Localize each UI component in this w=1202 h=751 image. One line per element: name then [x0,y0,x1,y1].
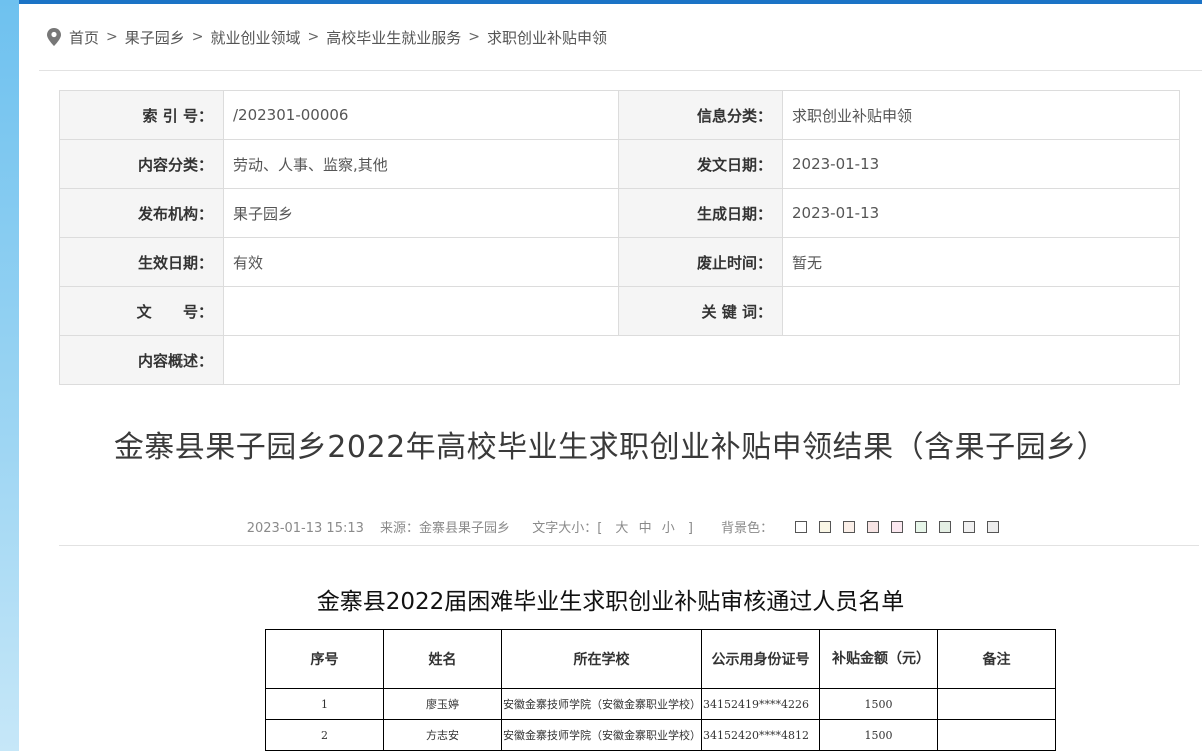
table-row: 1 廖玉婷 安徽金寨技师学院（安徽金寨职业学校） 34152419****422… [265,688,1056,720]
effective-value: 有效 [223,237,619,287]
page-content: 首页 > 果子园乡 > 就业创业领域 > 高校毕业生就业服务 > 求职创业补贴申… [19,4,1202,751]
breadcrumb-field-link[interactable]: 就业创业领域 [211,27,301,48]
abolish-value: 暂无 [782,237,1180,287]
content-class-label: 内容分类： [59,139,224,189]
summary-label: 内容概述： [59,335,224,385]
metadata-row: 文 号： 关 键 词： [59,286,1180,336]
background-swatch[interactable] [939,521,952,533]
row-amount: 1500 [819,719,938,751]
header-note: 备注 [937,629,1056,689]
header-no: 序号 [265,629,384,689]
background-swatch[interactable] [963,521,976,533]
left-decorative-strip [0,0,19,751]
list-title: 金寨县2022届困难毕业生求职创业补贴审核通过人员名单 [316,589,905,615]
docno-value [223,286,619,336]
summary-value [223,335,1180,385]
article-info-bar: 2023-01-13 15:13 来源：金寨县果子园乡 文字大小：[ 大 中 小… [59,517,1199,546]
keyword-label: 关 键 词： [618,286,783,336]
background-swatch[interactable] [819,521,832,533]
row-school: 安徽金寨技师学院（安徽金寨职业学校） [501,719,702,751]
font-size-label: 文字大小：[ [532,521,603,536]
font-large-link[interactable]: 大 [615,521,628,536]
docno-label: 文 号： [59,286,224,336]
metadata-row: 生效日期： 有效 废止时间： 暂无 [59,237,1180,287]
gen-date-label: 生成日期： [618,188,783,238]
org-label: 发布机构： [59,188,224,238]
keyword-value [782,286,1180,336]
metadata-row: 内容概述： [59,335,1180,385]
header-school: 所在学校 [501,629,702,689]
abolish-label: 废止时间： [618,237,783,287]
row-name: 方志安 [383,719,502,751]
index-value: /202301-00006 [223,90,619,140]
breadcrumb: 首页 > 果子园乡 > 就业创业领域 > 高校毕业生就业服务 > 求职创业补贴申… [39,4,1202,71]
publish-datetime: 2023-01-13 15:13 [246,521,364,536]
breadcrumb-home-link[interactable]: 首页 [69,27,99,48]
table-row: 2 方志安 安徽金寨技师学院（安徽金寨职业学校） 34152420****481… [265,719,1056,751]
content-class-value: 劳动、人事、监察,其他 [223,139,619,189]
row-no: 1 [265,688,384,720]
metadata-row: 发布机构： 果子园乡 生成日期： 2023-01-13 [59,188,1180,238]
recipients-table: 序号 姓名 所在学校 公示用身份证号 补贴金额（元） 备注 1 廖玉婷 安徽金寨… [265,629,1056,751]
font-size-close: ] [687,521,693,536]
issue-date-value: 2023-01-13 [782,139,1180,189]
header-amount: 补贴金额（元） [819,629,938,689]
location-pin-icon [47,28,61,46]
breadcrumb-current-link[interactable]: 求职创业补贴申领 [487,27,607,48]
header-name: 姓名 [383,629,502,689]
background-swatch[interactable] [891,521,904,533]
background-color-control: 背景色： [715,521,1011,536]
table-header-row: 序号 姓名 所在学校 公示用身份证号 补贴金额（元） 备注 [265,629,1056,689]
effective-label: 生效日期： [59,237,224,287]
breadcrumb-service-link[interactable]: 高校毕业生就业服务 [326,27,461,48]
background-swatch[interactable] [987,521,1000,533]
breadcrumb-separator: > [106,29,118,45]
breadcrumb-separator: > [307,29,320,45]
row-note [937,688,1056,720]
row-note [937,719,1056,751]
metadata-row: 内容分类： 劳动、人事、监察,其他 发文日期： 2023-01-13 [59,139,1180,189]
row-no: 2 [265,719,384,751]
org-value: 果子园乡 [223,188,619,238]
row-id: 34152419****4226 [701,688,820,720]
background-swatch[interactable] [795,521,808,533]
font-medium-link[interactable]: 中 [639,521,652,536]
article-source: 来源：金寨县果子园乡 [380,521,511,536]
background-swatch[interactable] [867,521,880,533]
gen-date-value: 2023-01-13 [782,188,1180,238]
breadcrumb-separator: > [191,29,204,45]
background-swatches [789,521,1005,536]
row-id: 34152420****4812 [701,719,820,751]
background-swatch[interactable] [915,521,928,533]
background-swatch[interactable] [843,521,856,533]
info-class-label: 信息分类： [618,90,783,140]
article-title: 金寨县果子园乡2022年高校毕业生求职创业补贴申领结果（含果子园乡） [113,430,1108,465]
breadcrumb-town-link[interactable]: 果子园乡 [125,27,185,48]
background-color-label: 背景色： [721,521,774,536]
row-amount: 1500 [819,688,938,720]
header-id: 公示用身份证号 [701,629,820,689]
issue-date-label: 发文日期： [618,139,783,189]
breadcrumb-separator: > [468,29,480,45]
font-small-link[interactable]: 小 [662,521,675,536]
row-name: 廖玉婷 [383,688,502,720]
metadata-row: 索 引 号： /202301-00006 信息分类： 求职创业补贴申领 [59,90,1180,140]
metadata-table: 索 引 号： /202301-00006 信息分类： 求职创业补贴申领 内容分类… [59,90,1180,385]
info-class-value: 求职创业补贴申领 [782,90,1180,140]
font-size-control: 文字大小：[ 大 中 小 ] [526,521,703,536]
index-label: 索 引 号： [59,90,224,140]
row-school: 安徽金寨技师学院（安徽金寨职业学校） [501,688,702,720]
